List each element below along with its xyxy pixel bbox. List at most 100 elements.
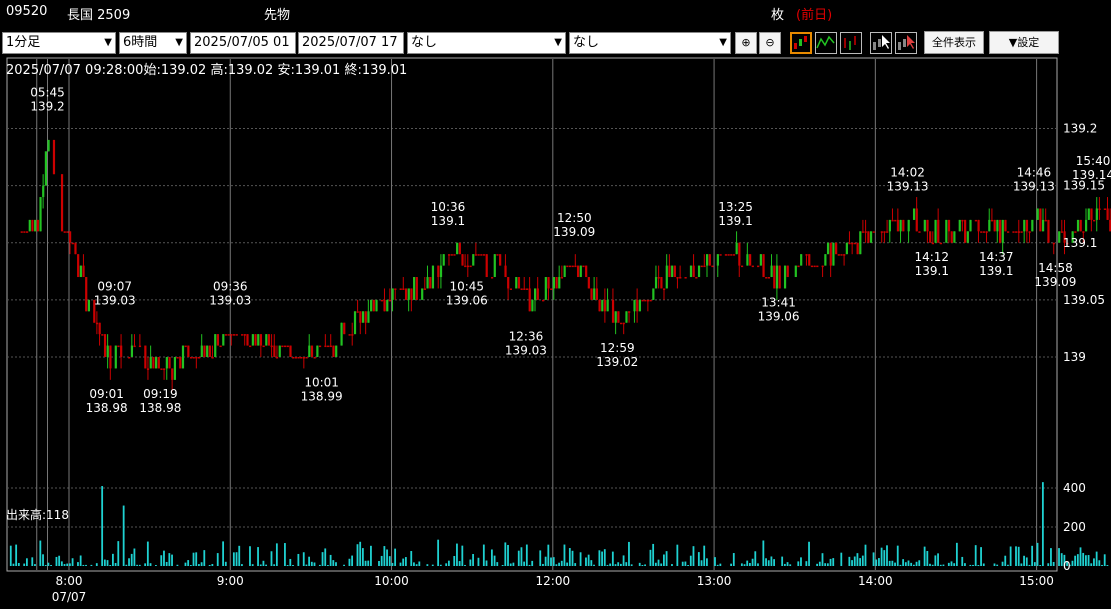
candle-body [281,345,284,348]
candle-body [684,277,687,279]
candle-body [146,368,150,370]
volume-bar [461,545,464,566]
volume-bar [63,564,66,566]
candle-body [641,299,644,302]
candle-body [216,334,220,346]
volume-bar [404,557,407,566]
volume-bar [848,556,851,566]
candle-body [966,231,969,243]
candle-body [845,242,848,255]
volume-bar [249,546,251,566]
candle-body [757,265,760,268]
candle-body [724,254,728,256]
candle-body [614,311,617,323]
volume-bar [512,562,515,566]
volume-bar [808,541,810,566]
candle-body [590,288,593,300]
volume-bar [1031,545,1034,566]
candle-body [79,265,82,278]
candle-body [437,265,440,278]
candle-body [60,174,64,232]
candle-body [778,265,781,289]
candle-body [63,231,66,233]
volume-bar [485,560,488,566]
candle-body [633,299,636,312]
candle-body [302,357,306,359]
candle-body [786,265,789,278]
volume-bar [23,563,26,566]
candle-body [1087,208,1090,220]
candle-body [939,242,943,245]
candle-body [69,231,72,243]
candle-body [439,265,443,278]
candle-body [34,219,37,232]
candle-body [499,254,502,266]
candle-body [872,231,875,233]
candle-body [380,299,383,302]
candle-body [294,357,297,359]
candle-body [692,265,695,278]
volume-bar [313,562,316,566]
volume-bar [826,563,829,566]
volume-bar [176,564,179,566]
volume-bar [310,561,313,566]
volume-bar [660,563,663,566]
volume-bar [211,563,214,566]
volume-bar [687,565,689,566]
candle-body [176,357,179,359]
candle-body [20,231,23,233]
volume-bar [329,554,332,566]
volume-bar [1058,548,1060,566]
volume-bar [907,560,910,566]
candle-body [552,277,556,289]
volume-bar [630,564,633,566]
candle-body [1074,231,1077,233]
annotation-time: 13:25 [718,200,753,214]
candle-body [749,254,752,266]
candle-body [305,357,308,359]
volume-bar [232,552,235,566]
volume-bar [60,561,63,566]
annotation-time: 14:12 [914,250,949,264]
candle-body [1047,219,1050,243]
volume-bar [609,563,612,566]
candle-body [208,345,211,357]
volume-bar [477,557,480,566]
volume-tick-label: 0 [1063,559,1071,573]
price-chart[interactable]: 139.2139.15139.1139.0513940020002025/07/… [0,0,1111,609]
volume-bar [816,563,819,566]
annotation-value: 139.1 [979,264,1013,278]
annotation-value: 139.13 [1013,179,1055,193]
candle-body [308,345,311,357]
candle-body [867,231,870,243]
volume-bar [671,564,673,566]
candle-body [31,219,34,232]
candle-body [507,277,510,289]
candle-body [931,242,934,245]
candle-body [117,345,120,348]
candle-body [619,322,623,325]
volume-bar [977,565,980,566]
volume-bar [703,545,706,566]
volume-bar [224,561,227,566]
candle-body [945,219,948,243]
candle-body [783,265,787,289]
candle-body [1060,231,1063,233]
candle-body [603,299,607,312]
candle-body [520,288,523,290]
candle-body [254,334,257,346]
volume-bar [765,558,767,566]
volume-tick-label: 400 [1063,481,1086,495]
candle-body [181,345,185,369]
candle-body [853,242,857,245]
volume-bar [112,553,114,566]
volume-bar [128,558,130,566]
volume-bar [257,547,259,566]
candle-body [708,254,711,266]
volume-bar [501,564,504,566]
candle-body [267,334,271,346]
candle-body [835,242,838,255]
candle-body [663,288,666,290]
candle-body [644,299,647,302]
candle-body [595,288,599,300]
